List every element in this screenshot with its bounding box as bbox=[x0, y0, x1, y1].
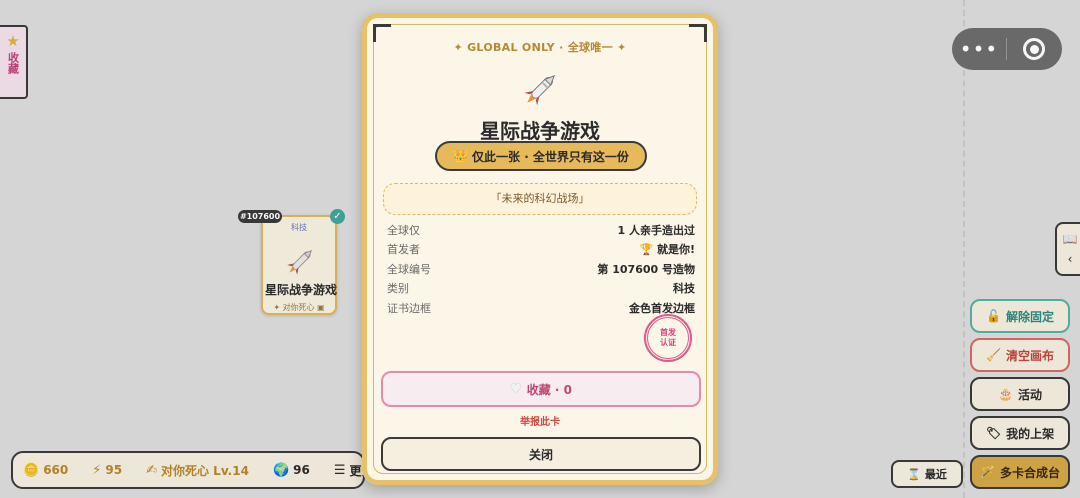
info-key: 全球编号 bbox=[387, 262, 431, 276]
card-title: 星际战争游戏 bbox=[480, 119, 600, 143]
info-key: 首发者 bbox=[387, 243, 420, 257]
unique-badge: 👑 仅此一张 · 全世界只有这一份 bbox=[435, 141, 647, 171]
info-value: 🏆 就是你! bbox=[639, 243, 695, 257]
info-key: 全球仅 bbox=[387, 223, 420, 237]
heart-icon: ♥ bbox=[510, 381, 522, 397]
info-value: 金色首发边框 bbox=[629, 301, 695, 315]
report-card-link[interactable]: 举报此卡 bbox=[367, 413, 713, 428]
info-row: 类别 科技 bbox=[387, 279, 695, 299]
stamp-line-1: 首发 bbox=[660, 328, 676, 337]
info-key: 证书边框 bbox=[387, 301, 431, 315]
info-row: 首发者 🏆 就是你! bbox=[387, 240, 695, 260]
card-info-list: 全球仅 1 人亲手造出过 首发者 🏆 就是你! 全球编号 第 107600 号造… bbox=[387, 220, 695, 318]
info-value: 1 人亲手造出过 bbox=[617, 223, 695, 237]
first-release-stamp: 首发 认证 bbox=[644, 314, 692, 362]
crown-icon: 👑 bbox=[453, 149, 469, 163]
info-row: 全球仅 1 人亲手造出过 bbox=[387, 220, 695, 240]
stamp-inner-ring: 首发 认证 bbox=[647, 317, 689, 359]
info-row: 证书边框 金色首发边框 bbox=[387, 298, 695, 318]
rocket-icon bbox=[524, 74, 556, 106]
collect-button[interactable]: ♥ 收藏 · 0 bbox=[381, 371, 701, 407]
info-value: 科技 bbox=[673, 282, 695, 296]
stamp-line-2: 认证 bbox=[660, 338, 676, 347]
close-button[interactable]: 关闭 bbox=[381, 437, 701, 471]
info-row: 全球编号 第 107600 号造物 bbox=[387, 259, 695, 279]
info-value: 第 107600 号造物 bbox=[597, 262, 695, 276]
card-tagline: 「未来的科幻战场」 bbox=[383, 183, 697, 215]
info-key: 类别 bbox=[387, 282, 409, 296]
unique-badge-label: 仅此一张 · 全世界只有这一份 bbox=[472, 149, 629, 164]
card-detail-modal: ✦ GLOBAL ONLY · 全球唯一 ✦ 星际战争游戏 👑 仅此一张 · 全世… bbox=[362, 13, 718, 485]
collect-label: 收藏 · 0 bbox=[526, 382, 572, 397]
global-only-label: ✦ GLOBAL ONLY · 全球唯一 ✦ bbox=[453, 41, 627, 54]
